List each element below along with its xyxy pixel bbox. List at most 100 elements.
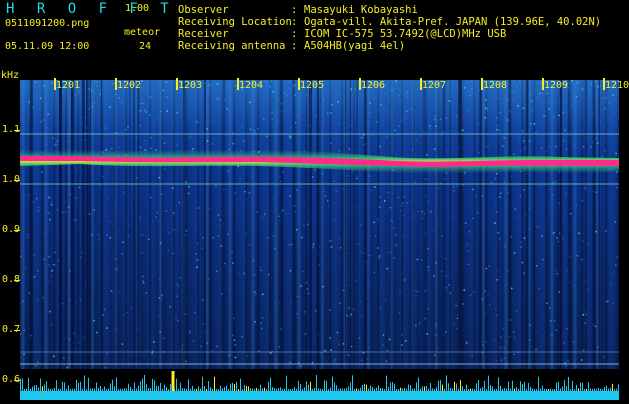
noise-speck bbox=[20, 124, 23, 127]
amplitude-spike bbox=[488, 375, 489, 391]
noise-speck bbox=[106, 198, 109, 200]
noise-speck bbox=[121, 131, 123, 133]
noise-speck bbox=[68, 299, 71, 302]
noise-speck bbox=[135, 136, 138, 139]
dark-streak bbox=[86, 80, 89, 369]
noise-speck bbox=[512, 330, 515, 333]
noise-speck bbox=[95, 81, 97, 83]
noise-speck bbox=[93, 319, 95, 322]
noise-speck bbox=[348, 126, 350, 129]
noise-speck bbox=[248, 191, 251, 194]
noise-speck bbox=[574, 80, 576, 83]
noise-speck bbox=[256, 211, 258, 213]
noise-speck bbox=[580, 359, 583, 361]
noise-speck bbox=[420, 259, 423, 261]
noise-speck bbox=[556, 273, 558, 275]
noise-speck bbox=[262, 293, 264, 296]
noise-speck bbox=[160, 193, 163, 196]
noise-speck bbox=[541, 148, 543, 150]
noise-speck bbox=[346, 175, 349, 177]
noise-speck bbox=[388, 338, 391, 341]
noise-speck bbox=[547, 102, 550, 104]
noise-speck bbox=[91, 234, 93, 236]
dark-streak bbox=[598, 80, 600, 369]
noise-speck bbox=[398, 84, 401, 87]
amplitude-spike bbox=[564, 380, 565, 391]
noise-speck bbox=[141, 252, 143, 254]
dark-streak bbox=[442, 80, 446, 369]
noise-speck bbox=[548, 146, 550, 148]
noise-speck bbox=[451, 129, 453, 132]
noise-speck bbox=[529, 191, 531, 193]
dark-streak bbox=[59, 80, 62, 369]
noise-speck bbox=[287, 260, 290, 262]
noise-speck bbox=[245, 232, 247, 235]
noise-speck bbox=[557, 240, 560, 243]
noise-speck bbox=[491, 134, 494, 136]
noise-speck bbox=[213, 138, 215, 140]
amplitude-spike bbox=[80, 381, 81, 391]
noise-speck bbox=[177, 319, 179, 322]
noise-speck bbox=[211, 143, 214, 145]
noise-speck bbox=[164, 167, 166, 170]
noise-speck bbox=[141, 234, 143, 236]
noise-speck bbox=[412, 80, 415, 82]
noise-speck bbox=[322, 98, 324, 101]
noise-speck bbox=[445, 117, 447, 119]
noise-speck bbox=[558, 114, 560, 117]
noise-speck bbox=[157, 220, 160, 222]
noise-speck bbox=[616, 186, 618, 189]
noise-speck bbox=[272, 199, 275, 201]
noise-speck bbox=[324, 195, 327, 197]
header-panel: H R O F F T 1.00 0511091200.png 05.11.09… bbox=[0, 0, 629, 78]
noise-speck bbox=[131, 184, 133, 187]
noise-speck bbox=[551, 233, 554, 236]
noise-speck bbox=[417, 210, 420, 213]
noise-speck bbox=[529, 324, 531, 326]
noise-speck bbox=[503, 98, 505, 100]
noise-speck bbox=[45, 144, 48, 146]
noise-speck bbox=[109, 220, 111, 223]
noise-speck bbox=[339, 302, 341, 305]
noise-speck bbox=[360, 314, 363, 317]
noise-speck bbox=[488, 265, 490, 267]
noise-speck bbox=[127, 235, 129, 238]
dark-streak bbox=[422, 80, 426, 369]
noise-speck bbox=[254, 321, 256, 323]
noise-speck bbox=[152, 221, 154, 223]
noise-speck bbox=[330, 112, 332, 114]
noise-speck bbox=[391, 80, 393, 82]
noise-speck bbox=[496, 211, 498, 213]
noise-speck bbox=[391, 192, 394, 195]
noise-speck bbox=[379, 306, 381, 309]
noise-speck bbox=[434, 334, 437, 337]
noise-speck bbox=[597, 346, 599, 348]
noise-speck bbox=[578, 322, 581, 324]
noise-speck bbox=[263, 118, 265, 120]
dark-streak bbox=[30, 80, 33, 369]
noise-speck bbox=[153, 174, 155, 176]
observer-key: Observer bbox=[178, 4, 229, 16]
noise-speck bbox=[604, 97, 607, 99]
noise-speck bbox=[427, 200, 429, 203]
noise-speck bbox=[323, 96, 325, 99]
amplitude-spike bbox=[478, 380, 479, 391]
noise-speck bbox=[246, 199, 248, 201]
noise-speck bbox=[385, 84, 387, 86]
noise-speck bbox=[391, 89, 393, 92]
noise-speck bbox=[411, 123, 414, 125]
noise-speck bbox=[541, 235, 543, 237]
amplitude-spike bbox=[40, 378, 41, 391]
noise-speck bbox=[127, 224, 130, 227]
amplitude-spike bbox=[440, 379, 441, 391]
noise-speck bbox=[546, 302, 548, 304]
noise-speck bbox=[414, 181, 416, 184]
noise-speck bbox=[289, 137, 292, 139]
noise-speck bbox=[152, 80, 155, 82]
noise-speck bbox=[516, 216, 519, 218]
receiver-value: ICOM IC-575 53.7492(@LCD)MHz USB bbox=[304, 28, 507, 40]
noise-speck bbox=[202, 236, 204, 239]
noise-speck bbox=[312, 243, 315, 245]
amplitude-spike bbox=[230, 383, 231, 391]
noise-speck bbox=[290, 243, 293, 246]
